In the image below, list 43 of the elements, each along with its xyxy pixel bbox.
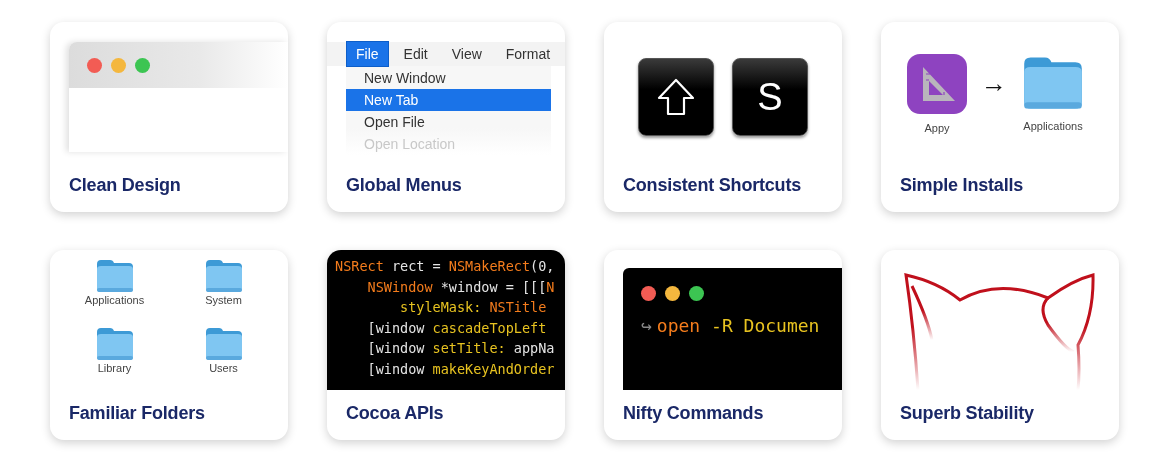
folder-icon [94, 326, 135, 362]
code-line: styleMask: NSTitle [399, 298, 548, 317]
app-icon [907, 54, 967, 114]
folder-label: Applications [1023, 120, 1083, 132]
command-line: ↪ open -R Documen [641, 315, 821, 336]
window-control-dot[interactable] [689, 286, 704, 301]
window-control-dot[interactable] [87, 57, 102, 73]
menu-item[interactable]: New Tab [346, 89, 551, 111]
window-control-dot[interactable] [111, 57, 126, 73]
keyboard-key: S [732, 58, 808, 136]
card-title: Familiar Folders [68, 401, 206, 425]
card-title: Consistent Shortcuts [622, 173, 802, 197]
code-line: [window makeKeyAndOrder [366, 359, 556, 379]
menu-bar-item[interactable]: View [442, 42, 491, 66]
folder-icon [94, 258, 135, 294]
folder-label: System [205, 294, 242, 306]
code-line: [window setTitle: appNa [366, 339, 556, 358]
card-title: Nifty Commands [622, 401, 765, 425]
menu-bar-item[interactable]: Format [496, 42, 560, 66]
code-line: NSRect rect = NSMakeRect(0, [335, 257, 556, 276]
menu-bar-item[interactable]: File [346, 41, 389, 67]
menu-bar-item[interactable]: Edit [394, 42, 437, 66]
folder-icon [1021, 54, 1085, 112]
menu-item[interactable]: New Window [346, 67, 551, 89]
menu-item[interactable]: Open File [346, 111, 551, 133]
window-control-dot[interactable] [665, 286, 680, 301]
code-line: [window cascadeTopLeft [366, 318, 548, 338]
card-title: Superb Stability [899, 401, 1035, 425]
window-control-dot[interactable] [135, 57, 150, 73]
card-title: Global Menus [345, 173, 463, 197]
folder-label: Library [97, 362, 132, 374]
code-line: NSWindow *window = [[[N [366, 277, 556, 297]
arrow-glyph: → [980, 68, 1008, 99]
card-title: Clean Design [68, 173, 182, 197]
folder-icon [203, 326, 244, 362]
folder-label: Applications [84, 294, 145, 306]
folder-label: Users [209, 362, 238, 374]
shift-icon [656, 77, 696, 117]
window-control-dot[interactable] [641, 286, 656, 301]
folder-icon [203, 258, 244, 294]
app-label: Appy [924, 122, 950, 134]
card-title: Simple Installs [899, 173, 1025, 197]
card-title: Cocoa APIs [345, 401, 445, 425]
